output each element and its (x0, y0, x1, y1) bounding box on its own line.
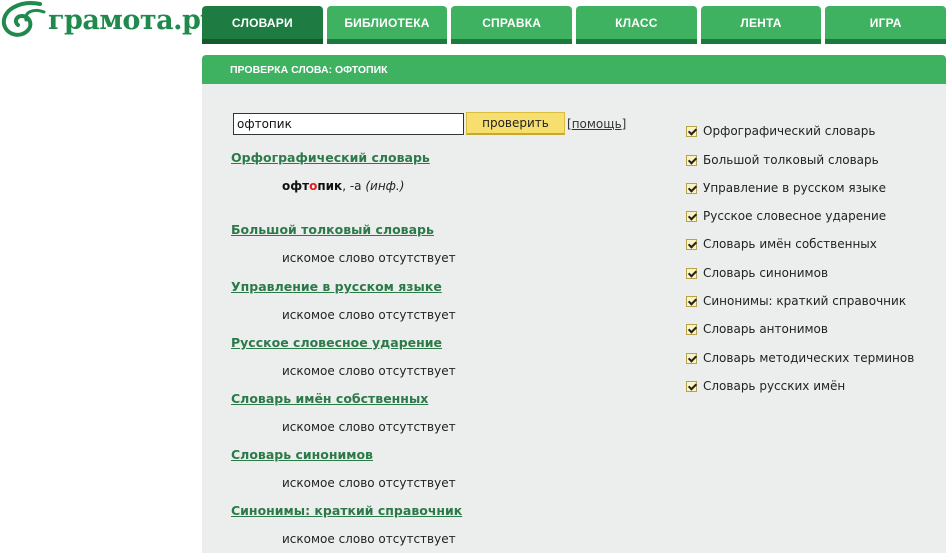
result-dict-link[interactable]: Орфографический словарь (231, 150, 430, 165)
site-logo[interactable]: грамота.ру (0, 0, 218, 40)
result-dict-link[interactable]: Синонимы: краткий справочник (231, 503, 462, 518)
search-input[interactable] (233, 113, 464, 135)
dictionary-option[interactable]: Русское словесное ударение (686, 209, 886, 223)
checkbox-checked[interactable] (686, 210, 697, 222)
nav-tab-reference[interactable]: СПРАВКА (451, 6, 573, 44)
dictionary-option[interactable]: Словарь антонимов (686, 322, 828, 336)
dictionary-option[interactable]: Словарь методических терминов (686, 351, 914, 365)
checkbox-checked[interactable] (686, 352, 697, 364)
result-text: искомое слово отсутствует (282, 476, 456, 490)
result-dict-link[interactable]: Русское словесное ударение (231, 335, 442, 350)
nav-tab-feed[interactable]: ЛЕНТА (700, 6, 822, 44)
main-nav: СЛОВАРИ БИБЛИОТЕКА СПРАВКА КЛАСС ЛЕНТА И… (202, 6, 947, 44)
dictionary-option-label: Словарь методических терминов (703, 351, 915, 365)
dictionary-option-label: Словарь русских имён (703, 379, 846, 393)
checkbox-checked[interactable] (686, 238, 697, 250)
result-text: искомое слово отсутствует (282, 308, 456, 322)
nav-tab-game[interactable]: ИГРА (825, 6, 947, 44)
dictionary-option[interactable]: Словарь имён собственных (686, 237, 877, 251)
dictionary-option-label: Синонимы: краткий справочник (703, 294, 907, 308)
logo-text: грамота.ру (48, 4, 218, 36)
entry-word-part: офт (282, 179, 310, 193)
nav-tab-class[interactable]: КЛАСС (576, 6, 697, 44)
spiral-logo-icon (1, 1, 46, 37)
checkbox-checked[interactable] (686, 295, 697, 307)
dictionary-option[interactable]: Управление в русском языке (686, 181, 886, 195)
result-dict-link[interactable]: Словарь синонимов (231, 447, 373, 462)
dictionary-option[interactable]: Словарь русских имён (686, 379, 845, 393)
result-dict-link[interactable]: Словарь имён собственных (231, 391, 428, 406)
checkbox-checked[interactable] (686, 154, 697, 166)
nav-tab-library[interactable]: БИБЛИОТЕКА (326, 6, 448, 44)
dictionary-option-label: Словарь синонимов (703, 266, 829, 280)
dictionary-entry: офтопик, -а (инф.) (282, 179, 404, 193)
dictionary-option-label: Орфографический словарь (703, 124, 876, 138)
result-text: искомое слово отсутствует (282, 420, 456, 434)
checkbox-checked[interactable] (686, 125, 697, 137)
check-button[interactable]: проверить (466, 112, 565, 135)
dictionary-option-label: Управление в русском языке (703, 181, 887, 195)
dictionary-option[interactable]: Орфографический словарь (686, 124, 875, 138)
help-link[interactable]: помощь (572, 117, 622, 131)
dictionary-option-label: Словарь имён собственных (703, 237, 877, 251)
result-dict-link[interactable]: Управление в русском языке (231, 279, 442, 294)
result-text: искомое слово отсутствует (282, 364, 456, 378)
dictionary-option-label: Русское словесное ударение (703, 209, 887, 223)
result-dict-link[interactable]: Большой толковый словарь (231, 222, 434, 237)
nav-tab-dictionaries[interactable]: СЛОВАРИ (202, 6, 323, 44)
entry-note: (инф.) (365, 179, 405, 193)
dictionary-option-label: Большой толковый словарь (703, 153, 879, 167)
result-text: искомое слово отсутствует (282, 251, 456, 265)
result-text: искомое слово отсутствует (282, 532, 456, 546)
checkbox-checked[interactable] (686, 380, 697, 392)
checkbox-checked[interactable] (686, 323, 697, 335)
dictionary-option[interactable]: Большой толковый словарь (686, 153, 879, 167)
help-bracket-close: ] (621, 117, 627, 131)
entry-word: офтопик (282, 179, 342, 193)
checkbox-checked[interactable] (686, 267, 697, 279)
section-title: ПРОВЕРКА СЛОВА: ОФТОПИК (202, 55, 946, 84)
checkbox-checked[interactable] (686, 182, 697, 194)
entry-grammar: , -а (342, 179, 366, 193)
help-link-wrapper: [помощь] (567, 117, 626, 131)
entry-word-part: пик (317, 179, 343, 193)
dictionary-option[interactable]: Словарь синонимов (686, 266, 828, 280)
content-panel: проверить [помощь] Орфографический слова… (202, 84, 946, 553)
dictionary-option[interactable]: Синонимы: краткий справочник (686, 294, 906, 308)
dictionary-option-label: Словарь антонимов (703, 322, 828, 336)
